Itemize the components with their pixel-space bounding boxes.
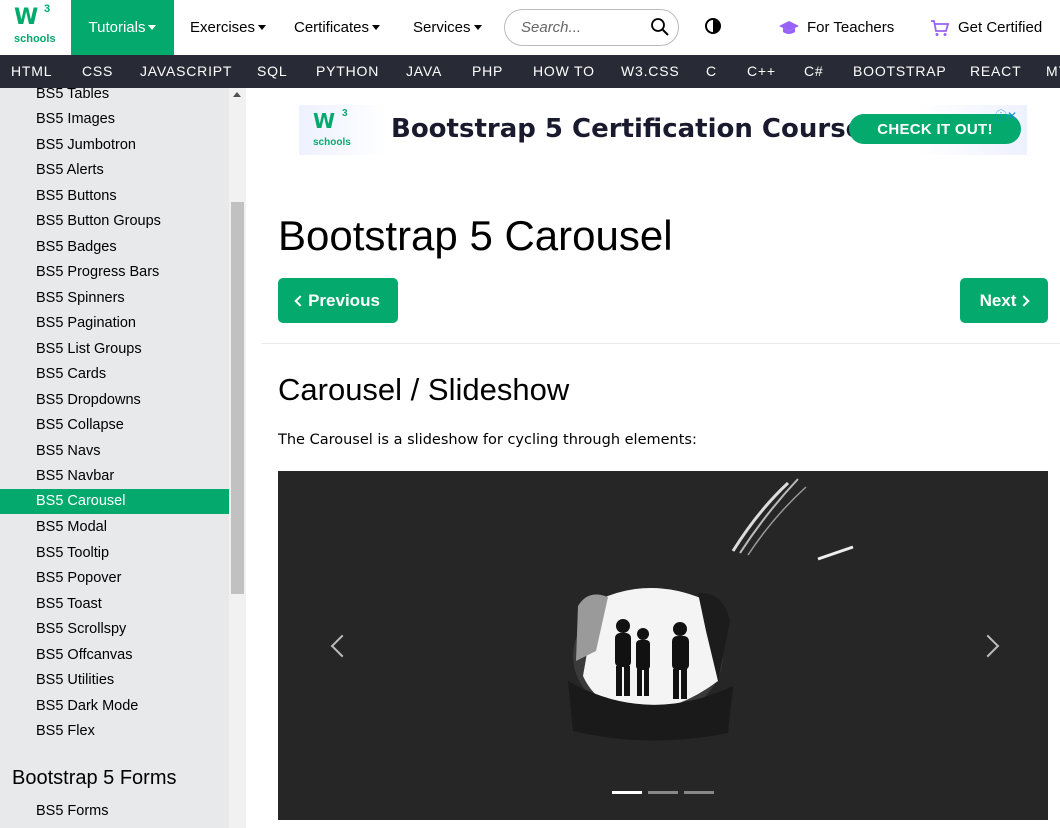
subnav-item-html[interactable]: HTML <box>11 55 52 88</box>
carousel-next-arrow-icon[interactable] <box>980 631 1000 661</box>
sidebar-item-images[interactable]: BS5 Images <box>0 107 229 132</box>
sidebar-item-navbar[interactable]: BS5 Navbar <box>0 464 229 489</box>
certification-ad-banner[interactable]: W 3 schools Bootstrap 5 Certification Co… <box>299 105 1027 155</box>
sidebar-item-dropdowns[interactable]: BS5 Dropdowns <box>0 388 229 413</box>
get-certified-link[interactable]: Get Certified <box>930 0 1042 55</box>
sidebar-item-list-groups[interactable]: BS5 List Groups <box>0 337 229 362</box>
subnav-item-php[interactable]: PHP <box>472 55 503 88</box>
scroll-up-arrow-icon[interactable] <box>233 92 241 97</box>
services-menu-button[interactable]: Services <box>413 0 482 55</box>
sidebar-item-badges[interactable]: BS5 Badges <box>0 235 229 260</box>
previous-button[interactable]: Previous <box>278 278 398 323</box>
sidebar-item-popover[interactable]: BS5 Popover <box>0 566 229 591</box>
tutorials-label: Tutorials <box>88 19 146 36</box>
exercises-label: Exercises <box>190 19 256 36</box>
subnav-item-sql[interactable]: SQL <box>257 55 287 88</box>
sidebar-item-flex[interactable]: BS5 Flex <box>0 719 229 744</box>
subnav-item-java[interactable]: JAVA <box>406 55 442 88</box>
subnav-item-python[interactable]: PYTHON <box>316 55 379 88</box>
caret-down-icon <box>372 25 381 30</box>
get-certified-label: Get Certified <box>958 19 1043 36</box>
sidebar-item-dark-mode[interactable]: BS5 Dark Mode <box>0 694 229 719</box>
sidebar: BS5 Tables BS5 Images BS5 Jumbotron BS5 … <box>0 88 229 828</box>
chevron-left-icon <box>294 294 306 307</box>
sidebar-item-tooltip[interactable]: BS5 Tooltip <box>0 541 229 566</box>
previous-label: Previous <box>308 290 380 310</box>
for-teachers-label: For Teachers <box>807 19 895 36</box>
caret-down-icon <box>258 25 267 30</box>
sidebar-item-forms[interactable]: BS5 Forms <box>0 799 229 824</box>
sidebar-item-navs[interactable]: BS5 Navs <box>0 439 229 464</box>
ad-title: Bootstrap 5 Certification Course <box>391 114 864 144</box>
carousel-indicator-1[interactable] <box>612 791 642 794</box>
carousel-indicator-2[interactable] <box>648 791 678 794</box>
sidebar-scrollbar-thumb[interactable] <box>231 202 244 594</box>
carousel-prev-arrow-icon[interactable] <box>328 631 348 661</box>
exercises-menu-button[interactable]: Exercises <box>190 0 267 55</box>
section-title: Carousel / Slideshow <box>278 372 570 407</box>
carousel <box>278 471 1048 820</box>
w3schools-logo[interactable]: W 3 schools <box>0 0 71 55</box>
sidebar-item-scrollspy[interactable]: BS5 Scrollspy <box>0 617 229 642</box>
top-navigation-bar: W 3 schools Tutorials Exercises Certific… <box>0 0 1060 55</box>
sidebar-item-carousel[interactable]: BS5 Carousel <box>0 489 229 514</box>
logo-schools: schools <box>14 33 56 45</box>
sidebar-item-offcanvas[interactable]: BS5 Offcanvas <box>0 643 229 668</box>
subnav-item-csharp[interactable]: C# <box>804 55 824 88</box>
sidebar-item-cards[interactable]: BS5 Cards <box>0 362 229 387</box>
language-subnav: HTML CSS JAVASCRIPT SQL PYTHON JAVA PHP … <box>0 55 1060 88</box>
subnav-item-how-to[interactable]: HOW TO <box>533 55 595 88</box>
caret-down-icon <box>473 25 482 30</box>
logo-sup: 3 <box>44 3 51 15</box>
ad-logo-schools: schools <box>313 137 351 148</box>
carousel-slide-image <box>568 478 854 741</box>
sidebar-item-jumbotron[interactable]: BS5 Jumbotron <box>0 133 229 158</box>
tutorials-menu-button[interactable]: Tutorials <box>71 0 174 55</box>
next-label: Next <box>979 290 1017 310</box>
ad-info-close-icon[interactable]: ⓘ✕ <box>995 107 1017 124</box>
dark-mode-toggle-icon[interactable] <box>705 18 721 34</box>
divider <box>262 343 1060 344</box>
subnav-item-w3css[interactable]: W3.CSS <box>621 55 679 88</box>
subnav-item-react[interactable]: REACT <box>970 55 1021 88</box>
carousel-indicator-3[interactable] <box>684 791 714 794</box>
graduation-cap-icon <box>779 20 799 34</box>
next-button[interactable]: Next <box>960 278 1048 323</box>
ad-logo-sup: 3 <box>342 108 348 119</box>
certificates-label: Certificates <box>294 19 370 36</box>
subnav-item-c[interactable]: C <box>706 55 717 88</box>
ad-logo-w: W <box>313 109 336 133</box>
cart-icon <box>931 19 950 36</box>
sidebar-item-toast[interactable]: BS5 Toast <box>0 592 229 617</box>
caret-down-icon <box>148 25 157 30</box>
sidebar-item-utilities[interactable]: BS5 Utilities <box>0 668 229 693</box>
logo-w: W <box>14 5 38 30</box>
sidebar-item-modal[interactable]: BS5 Modal <box>0 515 229 540</box>
services-label: Services <box>413 19 471 36</box>
sidebar-item-progress-bars[interactable]: BS5 Progress Bars <box>0 260 229 285</box>
certificates-menu-button[interactable]: Certificates <box>294 0 381 55</box>
subnav-item-cpp[interactable]: C++ <box>747 55 776 88</box>
subnav-item-javascript[interactable]: JAVASCRIPT <box>140 55 232 88</box>
search-placeholder: Search... <box>521 19 582 36</box>
subnav-item-css[interactable]: CSS <box>82 55 113 88</box>
sidebar-item-button-groups[interactable]: BS5 Button Groups <box>0 209 229 234</box>
intro-text: The Carousel is a slideshow for cycling … <box>278 432 697 448</box>
sidebar-item-buttons[interactable]: BS5 Buttons <box>0 184 229 209</box>
search-icon[interactable] <box>650 17 670 37</box>
sidebar-item-collapse[interactable]: BS5 Collapse <box>0 413 229 438</box>
sidebar-item-spinners[interactable]: BS5 Spinners <box>0 286 229 311</box>
subnav-item-more[interactable]: MY <box>1046 55 1060 88</box>
carousel-indicators <box>612 791 714 794</box>
page-title: Bootstrap 5 Carousel <box>278 212 673 259</box>
sidebar-heading-forms: Bootstrap 5 Forms <box>12 767 177 789</box>
chevron-right-icon <box>1018 294 1031 307</box>
sidebar-item-pagination[interactable]: BS5 Pagination <box>0 311 229 336</box>
for-teachers-link[interactable]: For Teachers <box>779 0 894 55</box>
subnav-item-bootstrap[interactable]: BOOTSTRAP <box>853 55 947 88</box>
sidebar-item-alerts[interactable]: BS5 Alerts <box>0 158 229 183</box>
sidebar-item-tables[interactable]: BS5 Tables <box>0 88 229 107</box>
